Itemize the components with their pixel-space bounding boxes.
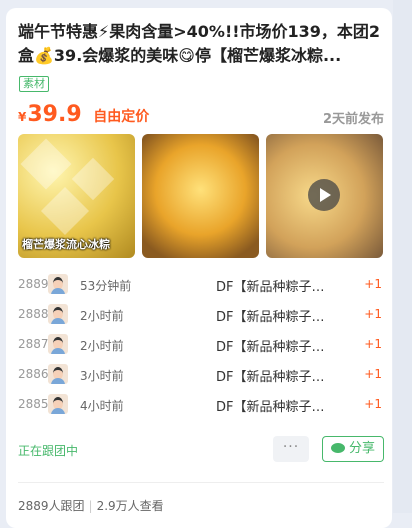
avatar — [48, 394, 68, 414]
group-status: 正在跟团中 — [18, 444, 79, 458]
price-value: 39.9 — [27, 102, 82, 127]
follower-list: 2889 53分钟前 DF【新品种粽子… +1 2888 2小时前 DF【新品种… — [18, 270, 384, 420]
follow-time: 3小时前 — [80, 369, 124, 383]
footer-stats: 2889人跟团 | 2.9万人查看 — [18, 497, 164, 514]
product-video-thumbnail[interactable] — [266, 134, 383, 258]
follow-number: 2888 — [18, 307, 49, 321]
avatar — [48, 364, 68, 384]
image-caption: 榴芒爆浆流心冰粽 — [22, 238, 110, 251]
post-title[interactable]: 端午节特惠⚡果肉含量>40%!!市场价139，本团2盒💰39.会爆浆的美味😋停【… — [18, 20, 384, 68]
follow-item: DF【新品种粽子… — [216, 310, 325, 325]
divider — [18, 482, 384, 483]
price-row: ¥39.9 自由定价 2天前发布 — [18, 102, 384, 132]
list-item[interactable]: 2889 53分钟前 DF【新品种粽子… +1 — [18, 270, 384, 300]
pricing-type: 自由定价 — [93, 109, 150, 125]
image-gallery: 榴芒爆浆流心冰粽 — [18, 134, 384, 258]
publish-time: 2天前发布 — [322, 112, 384, 127]
avatar — [48, 274, 68, 294]
play-icon[interactable] — [308, 179, 340, 211]
wechat-icon — [330, 443, 345, 453]
product-image-2[interactable] — [142, 134, 259, 258]
material-tag: 素材 — [19, 76, 49, 92]
follow-count: 2889人跟团 — [18, 499, 85, 513]
avatar — [48, 304, 68, 324]
list-item[interactable]: 2887 2小时前 DF【新品种粽子… +1 — [18, 330, 384, 360]
share-label: 分享 — [348, 441, 375, 456]
follow-item: DF【新品种粽子… — [216, 340, 325, 355]
currency-symbol: ¥ — [18, 110, 27, 124]
follow-item: DF【新品种粽子… — [216, 370, 325, 385]
follow-quantity: +1 — [364, 307, 382, 321]
price: ¥39.9 — [18, 102, 87, 127]
status-row: 正在跟团中 ··· 分享 — [18, 436, 384, 464]
list-item[interactable]: 2886 3小时前 DF【新品种粽子… +1 — [18, 360, 384, 390]
follow-time: 53分钟前 — [80, 279, 132, 293]
follow-time: 2小时前 — [80, 339, 124, 353]
more-button[interactable]: ··· — [273, 436, 309, 462]
follow-number: 2887 — [18, 337, 49, 351]
group-buy-card[interactable]: 端午节特惠⚡果肉含量>40%!!市场价139，本团2盒💰39.会爆浆的美味😋停【… — [6, 8, 392, 528]
list-item[interactable]: 2888 2小时前 DF【新品种粽子… +1 — [18, 300, 384, 330]
share-button[interactable]: 分享 — [322, 436, 384, 462]
follow-quantity: +1 — [364, 277, 382, 291]
follow-quantity: +1 — [364, 367, 382, 381]
follow-time: 4小时前 — [80, 399, 124, 413]
follow-item: DF【新品种粽子… — [216, 280, 325, 295]
follow-quantity: +1 — [364, 337, 382, 351]
follow-time: 2小时前 — [80, 309, 124, 323]
follow-item: DF【新品种粽子… — [216, 400, 325, 415]
list-item[interactable]: 2885 4小时前 DF【新品种粽子… +1 — [18, 390, 384, 420]
follow-number: 2886 — [18, 367, 49, 381]
avatar — [48, 334, 68, 354]
background-strip — [393, 0, 412, 513]
view-count: 2.9万人查看 — [96, 499, 164, 513]
product-image-1[interactable]: 榴芒爆浆流心冰粽 — [18, 134, 135, 258]
separator: | — [88, 499, 93, 513]
follow-number: 2885 — [18, 397, 49, 411]
follow-number: 2889 — [18, 277, 49, 291]
follow-quantity: +1 — [364, 397, 382, 411]
